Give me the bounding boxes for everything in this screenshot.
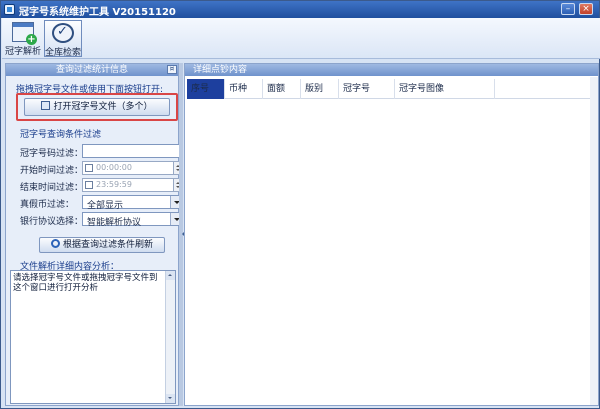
protocol-label: 银行协议选择： <box>20 217 84 227</box>
minimize-button[interactable]: – <box>561 3 575 15</box>
open-files-button[interactable]: 打开冠字号文件（多个） <box>24 98 170 116</box>
check-circle-icon <box>52 23 74 43</box>
app-window: 冠字号系统维护工具 V20151120 – × 冠字解析 全库检索 查询过滤统计… <box>0 0 600 409</box>
start-time-value: 00:00:00 <box>96 163 132 172</box>
detail-panel-title: 详细点钞内容 <box>193 65 248 75</box>
scroll-down-icon[interactable] <box>166 394 175 403</box>
detail-table-header: 序号 币种 面额 版别 冠字号 冠字号图像 <box>187 79 592 99</box>
protocol-select[interactable]: 智能解析协议 <box>82 212 183 228</box>
window-title: 冠字号系统维护工具 V20151120 <box>19 7 176 18</box>
genuine-filter-select[interactable]: 全部显示 <box>82 195 183 211</box>
filter-panel-title: 查询过滤统计信息 <box>55 65 128 75</box>
file-icon <box>41 101 51 110</box>
genuine-filter-value: 全部显示 <box>87 201 124 211</box>
panel-splitter[interactable] <box>179 63 185 406</box>
refresh-button[interactable]: 根据查询过滤条件刷新 <box>39 237 165 253</box>
app-window-icon <box>4 4 15 15</box>
end-time-label: 结束时间过滤： <box>20 183 84 193</box>
column-header-index[interactable]: 序号 <box>187 79 225 99</box>
start-time-picker[interactable]: 00:00:00 <box>82 161 183 175</box>
filter-section-title: 冠字号查询条件过滤 <box>20 130 102 140</box>
analysis-textarea[interactable]: 请选择冠字号文件或拖拽冠字号文件到这个窗口进行打开分析 <box>10 270 176 404</box>
end-time-value: 23:59:59 <box>96 180 132 189</box>
toolbar: 冠字解析 全库检索 <box>2 18 600 59</box>
open-button-highlight: 打开冠字号文件（多个） <box>16 93 178 121</box>
column-header-denomination[interactable]: 面额 <box>263 79 301 99</box>
scroll-up-icon[interactable] <box>166 271 175 280</box>
search-tool-label: 全库检索 <box>45 48 82 58</box>
column-header-edition[interactable]: 版别 <box>301 79 339 99</box>
search-icon <box>50 239 60 248</box>
parse-tool-button[interactable]: 冠字解析 <box>4 20 42 57</box>
code-filter-input[interactable] <box>82 144 183 158</box>
filter-panel-header: 查询过滤统计信息 ¤ <box>6 64 178 76</box>
end-time-picker[interactable]: 23:59:59 <box>82 178 183 192</box>
column-header-serial[interactable]: 冠字号 <box>339 79 395 99</box>
column-header-currency[interactable]: 币种 <box>225 79 263 99</box>
genuine-filter-label: 真假币过滤： <box>20 200 75 210</box>
analysis-scrollbar[interactable] <box>165 271 175 403</box>
start-time-checkbox[interactable] <box>85 164 93 172</box>
protocol-value: 智能解析协议 <box>87 218 142 228</box>
refresh-label: 根据查询过滤条件刷新 <box>62 240 153 250</box>
end-time-checkbox[interactable] <box>85 181 93 189</box>
parse-tool-label: 冠字解析 <box>4 47 41 57</box>
pin-icon[interactable]: ¤ <box>167 65 177 74</box>
code-filter-label: 冠字号码过滤： <box>20 149 84 159</box>
window-add-icon <box>12 22 37 45</box>
detail-panel: 详细点钞内容 序号 币种 面额 版别 冠字号 冠字号图像 <box>184 63 599 406</box>
analysis-text: 请选择冠字号文件或拖拽冠字号文件到这个窗口进行打开分析 <box>13 273 158 293</box>
detail-scrollbar[interactable] <box>590 77 598 405</box>
close-button[interactable]: × <box>579 3 593 15</box>
open-files-label: 打开冠字号文件（多个） <box>53 102 153 112</box>
search-tool-button[interactable]: 全库检索 <box>44 20 82 58</box>
filter-panel: 查询过滤统计信息 ¤ 拖拽冠字号文件或使用下面按钮打开: 打开冠字号文件（多个）… <box>5 63 183 406</box>
start-time-label: 开始时间过滤： <box>20 166 84 176</box>
column-header-serial-image[interactable]: 冠字号图像 <box>395 79 495 99</box>
detail-panel-header: 详细点钞内容 <box>185 64 598 76</box>
title-bar[interactable]: 冠字号系统维护工具 V20151120 – × <box>1 1 599 18</box>
